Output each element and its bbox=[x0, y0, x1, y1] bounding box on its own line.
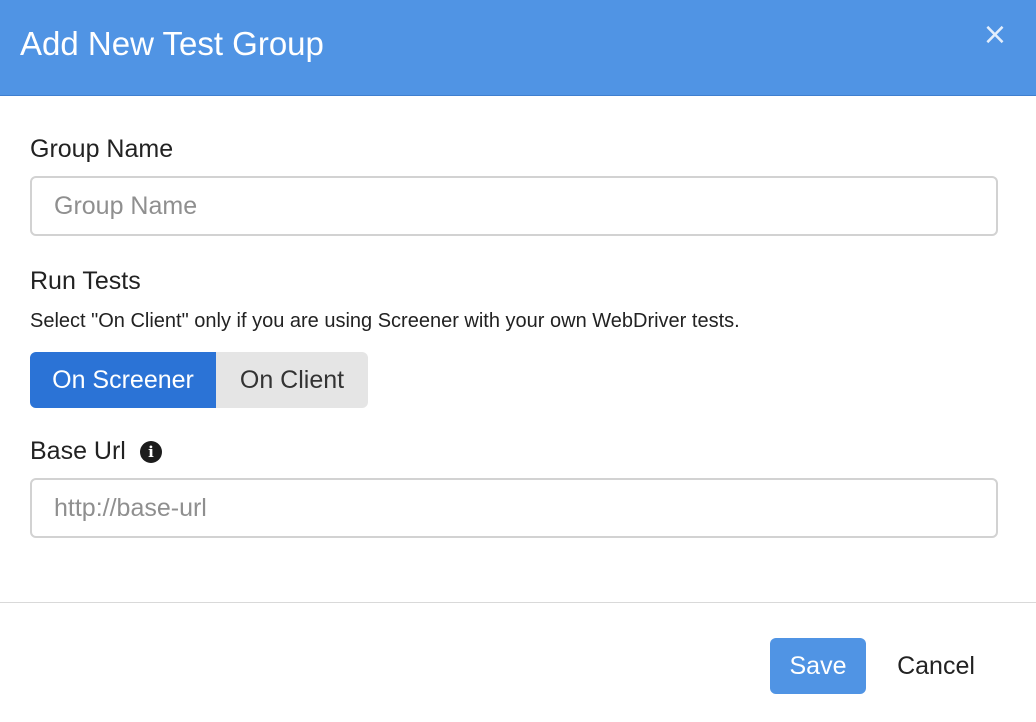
footer-divider bbox=[0, 602, 1036, 603]
on-client-toggle[interactable]: On Client bbox=[216, 352, 368, 408]
on-screener-toggle[interactable]: On Screener bbox=[30, 352, 216, 408]
run-tests-label: Run Tests bbox=[30, 267, 141, 295]
group-name-label: Group Name bbox=[30, 135, 174, 163]
run-tests-helper-text: Select "On Client" only if you are using… bbox=[30, 310, 740, 332]
add-test-group-modal: Add New Test Group × Group Name Run Test… bbox=[0, 0, 1036, 722]
modal-title: Add New Test Group bbox=[20, 25, 324, 62]
cancel-button[interactable]: Cancel bbox=[882, 638, 990, 694]
info-icon[interactable]: i bbox=[140, 441, 162, 463]
modal-header: Add New Test Group × bbox=[0, 0, 1036, 96]
close-icon[interactable]: × bbox=[982, 20, 1008, 50]
save-button[interactable]: Save bbox=[770, 638, 866, 694]
group-name-input[interactable] bbox=[30, 176, 998, 236]
run-tests-toggle-group: On Screener On Client bbox=[30, 352, 368, 408]
base-url-label: Base Url bbox=[30, 437, 126, 465]
base-url-input[interactable] bbox=[30, 478, 998, 538]
